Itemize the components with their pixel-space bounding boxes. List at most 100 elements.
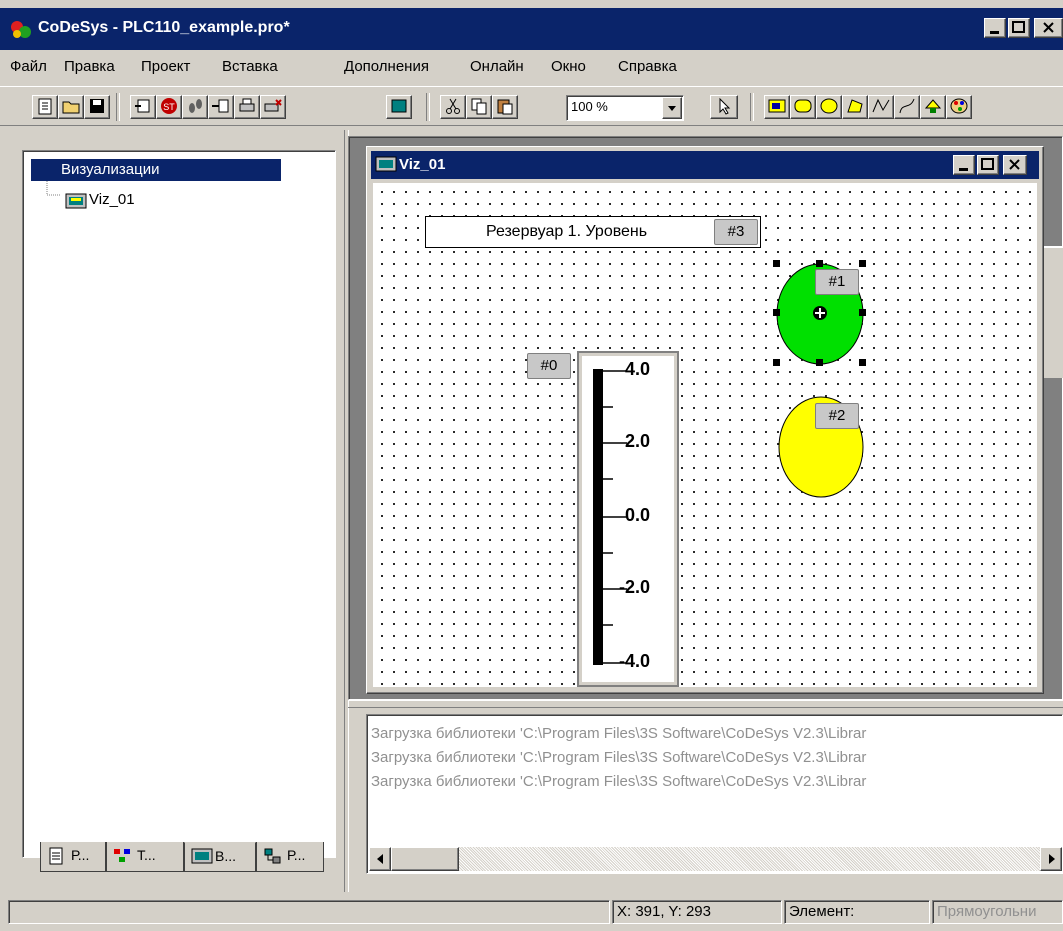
tree-root-visualizations[interactable]: Визуализации [31, 159, 281, 181]
object-organizer-tree: Визуализации Viz_01 [22, 150, 336, 858]
datatypes-icon [114, 849, 130, 862]
curve-tool-button[interactable] [894, 95, 920, 119]
minimize-button[interactable] [984, 18, 1006, 38]
tab-pous[interactable]: Р... [40, 842, 106, 872]
printer-icon [239, 98, 255, 112]
menu-project[interactable]: Проект [141, 58, 190, 75]
message-line-1: Загрузка библиотеки 'C:\Program Files\3S… [371, 725, 867, 742]
toolbar: ST 100 % [0, 86, 1063, 126]
tree-item-viz01[interactable]: Viz_01 [61, 191, 135, 208]
open-button[interactable] [58, 95, 84, 119]
bitmap-tool-button[interactable] [920, 95, 946, 119]
maximize-icon [981, 158, 994, 170]
bar-display-element[interactable]: 4.0 2.0 0.0 -2.0 -4.0 [577, 351, 679, 687]
menu-window[interactable]: Окно [551, 58, 586, 75]
monitor-button[interactable] [386, 95, 412, 119]
status-main [8, 900, 610, 924]
print-button[interactable] [234, 95, 260, 119]
step-button[interactable] [182, 95, 208, 119]
copy-icon [471, 98, 487, 115]
text-element-tank-level[interactable]: Резервуар 1. Уровень [425, 216, 761, 248]
title-bar: CoDeSys - PLC110_example.pro* [0, 8, 1063, 50]
polygon-tool-button[interactable] [842, 95, 868, 119]
bar-scale [593, 369, 627, 665]
scroll-left-button[interactable] [369, 847, 391, 871]
menu-bar: Файл Правка Проект Вставка Дополнения Он… [0, 52, 1063, 80]
print-preview-button[interactable] [260, 95, 286, 119]
rounded-rect-tool-button[interactable] [790, 95, 816, 119]
polygon-tool-icon [847, 99, 863, 113]
minimize-icon [990, 31, 999, 34]
tab-resources[interactable]: Р... [256, 842, 324, 872]
element-tag-0: #0 [527, 353, 571, 379]
stop-button[interactable]: ST [156, 95, 182, 119]
menu-edit[interactable]: Правка [64, 58, 115, 75]
status-bar: X: 391, Y: 293 Элемент: Прямоугольни [0, 896, 1063, 926]
visualization-canvas[interactable]: Резервуар 1. Уровень #3 #1 #2 4.0 2.0 0.… [373, 183, 1037, 687]
scissors-icon [446, 98, 460, 114]
ellipse-tool-button[interactable] [816, 95, 842, 119]
scroll-thumb[interactable] [391, 847, 459, 871]
menu-online[interactable]: Онлайн [470, 58, 524, 75]
login-icon [212, 99, 229, 113]
zoom-select[interactable]: 100 % [566, 95, 684, 121]
build-button[interactable] [130, 95, 156, 119]
scroll-right-button[interactable] [1040, 847, 1062, 871]
close-button[interactable] [1034, 18, 1063, 38]
curve-tool-icon [899, 98, 915, 114]
scale-label-0: 0.0 [625, 505, 651, 525]
cut-button[interactable] [440, 95, 466, 119]
footsteps-icon [189, 99, 202, 113]
visualization-icon [375, 156, 397, 172]
login-button[interactable] [208, 95, 234, 119]
visualization-icon [191, 848, 213, 864]
menu-insert[interactable]: Вставка [222, 58, 278, 75]
chevron-left-icon [377, 854, 383, 864]
scale-label-bottom: -4.0 [619, 651, 651, 671]
viz-minimize-button[interactable] [953, 155, 975, 175]
document-icon [49, 847, 63, 865]
select-tool-button[interactable] [710, 95, 738, 119]
background-window-edge [1044, 246, 1063, 378]
element-tag-3: #3 [714, 219, 758, 245]
color-palette-button[interactable] [946, 95, 972, 119]
window-title: CoDeSys - PLC110_example.pro* [38, 19, 290, 36]
bitmap-tool-icon [924, 99, 942, 113]
copy-button[interactable] [466, 95, 492, 119]
horizontal-scrollbar[interactable] [369, 847, 1062, 871]
close-icon [1042, 22, 1054, 33]
monitor-icon [391, 99, 407, 113]
element-tag-1: #1 [815, 269, 859, 295]
tab-visualizations[interactable]: В... [184, 842, 256, 872]
status-coords: X: 391, Y: 293 [612, 900, 782, 924]
tab-datatypes[interactable]: Т... [106, 842, 184, 872]
save-icon [90, 99, 104, 113]
print-preview-icon [264, 99, 282, 112]
paste-button[interactable] [492, 95, 518, 119]
svg-text:ST: ST [163, 102, 175, 112]
minimize-icon [959, 168, 968, 171]
polyline-tool-button[interactable] [868, 95, 894, 119]
maximize-button[interactable] [1008, 18, 1030, 38]
message-window: Загрузка библиотеки 'C:\Program Files\3S… [366, 714, 1063, 874]
element-tag-2: #2 [815, 403, 859, 429]
message-line-2: Загрузка библиотеки 'C:\Program Files\3S… [371, 749, 867, 766]
scale-label-2: 2.0 [625, 431, 651, 451]
new-button[interactable] [32, 95, 58, 119]
zoom-dropdown-button[interactable] [662, 97, 682, 119]
viz-close-button[interactable] [1003, 155, 1027, 175]
rectangle-tool-button[interactable] [764, 95, 790, 119]
close-icon [1009, 159, 1020, 170]
save-button[interactable] [84, 95, 110, 119]
viz-maximize-button[interactable] [977, 155, 999, 175]
codesys-logo-icon [11, 21, 31, 38]
menu-help[interactable]: Справка [618, 58, 677, 75]
rectangle-tool-icon [768, 99, 786, 113]
stop-icon: ST [161, 98, 177, 114]
menu-file[interactable]: Файл [10, 58, 47, 75]
menu-extras[interactable]: Дополнения [344, 58, 429, 75]
viz-window-title: Viz_01 [399, 156, 446, 173]
chevron-down-icon [668, 106, 676, 111]
horizontal-splitter[interactable] [348, 700, 1063, 708]
status-element-label: Элемент: [784, 900, 930, 924]
